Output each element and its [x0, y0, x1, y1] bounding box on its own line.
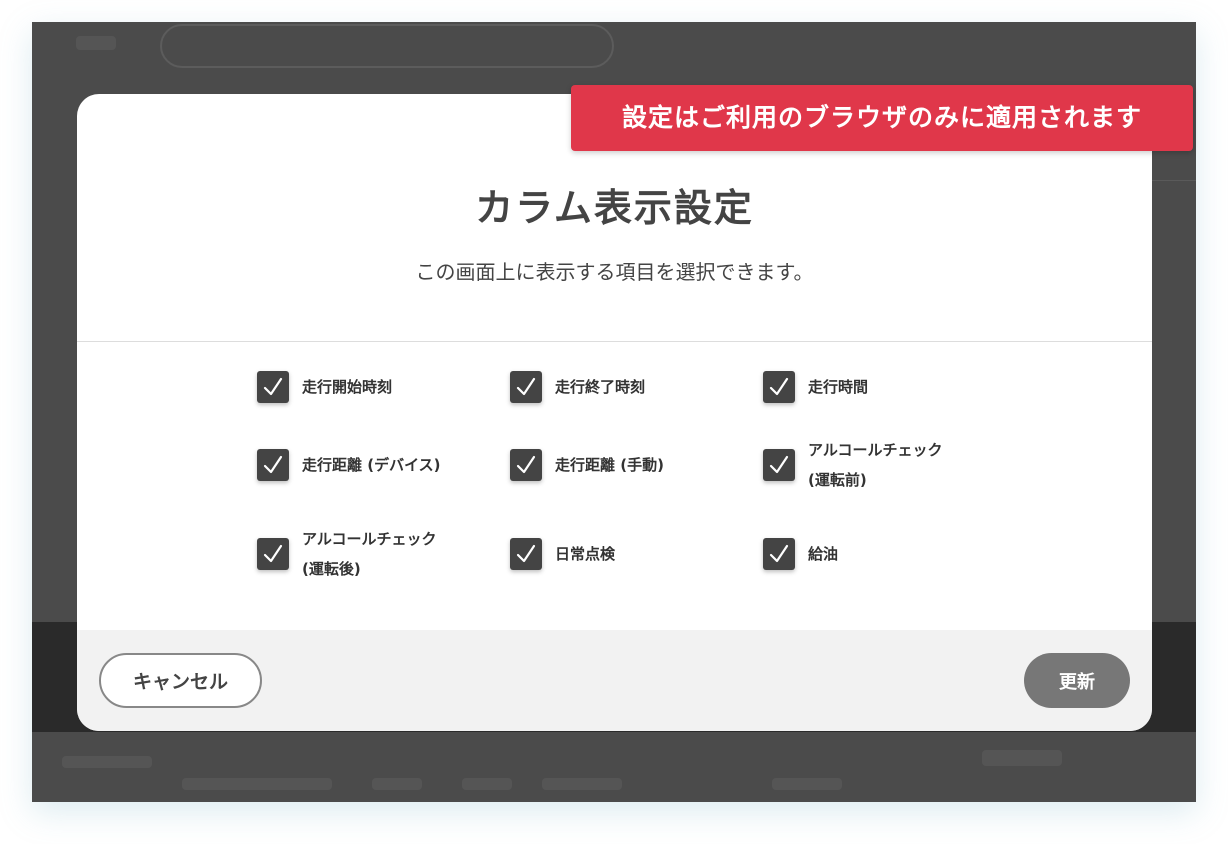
background-label [982, 750, 1062, 766]
option-drive-end-time[interactable]: 走行終了時刻 [510, 352, 750, 422]
checkmark-icon [263, 455, 283, 474]
option-daily-inspection[interactable]: 日常点検 [510, 519, 750, 589]
background-logo [76, 36, 116, 50]
browser-only-notice-banner: 設定はご利用のブラウザのみに適用されます [571, 85, 1193, 151]
background-label [372, 778, 422, 790]
option-label: 日常点検 [555, 545, 616, 563]
option-label: 走行距離 (デバイス) [302, 456, 441, 474]
checkbox[interactable] [257, 538, 289, 570]
checkbox[interactable] [257, 371, 289, 403]
checkmark-icon [516, 544, 536, 563]
option-drive-duration[interactable]: 走行時間 [763, 352, 1003, 422]
update-button[interactable]: 更新 [1024, 653, 1130, 708]
background-label [182, 778, 332, 790]
option-label: 走行終了時刻 [555, 378, 646, 396]
background-divider [1152, 180, 1196, 181]
checkmark-icon [263, 377, 283, 396]
option-label: アルコールチェック (運転前) [808, 441, 943, 489]
checkmark-icon [263, 544, 283, 563]
modal-subtitle: この画面上に表示する項目を選択できます。 [415, 260, 814, 284]
background-label [542, 778, 622, 790]
modal-title: カラム表示設定 [475, 186, 754, 230]
checkmark-icon [769, 455, 789, 474]
checkmark-icon [516, 455, 536, 474]
checkbox[interactable] [510, 449, 542, 481]
option-distance-manual[interactable]: 走行距離 (手動) [510, 430, 750, 500]
background-label [62, 756, 152, 768]
checkbox[interactable] [510, 538, 542, 570]
option-label: 走行距離 (手動) [555, 456, 664, 474]
background-date-range [160, 24, 614, 68]
option-label: 給油 [808, 545, 839, 563]
option-drive-start-time[interactable]: 走行開始時刻 [257, 352, 497, 422]
column-options: 走行開始時刻 走行終了時刻 走行時間 走行距離 (デバイス) 走行距離 (手動)… [257, 352, 1017, 612]
option-refueling[interactable]: 給油 [763, 519, 1003, 589]
modal-footer: キャンセル 更新 [77, 630, 1152, 731]
option-distance-device[interactable]: 走行距離 (デバイス) [257, 430, 497, 500]
option-label: 走行時間 [808, 378, 869, 396]
checkmark-icon [769, 544, 789, 563]
background-label [462, 778, 512, 790]
checkmark-icon [516, 377, 536, 396]
option-label: アルコールチェック (運転後) [302, 530, 437, 578]
checkbox[interactable] [763, 371, 795, 403]
checkbox[interactable] [257, 449, 289, 481]
column-settings-modal: カラム表示設定 この画面上に表示する項目を選択できます。 走行開始時刻 走行終了… [77, 94, 1152, 731]
option-alcohol-check-after[interactable]: アルコールチェック (運転後) [257, 519, 497, 589]
option-label: 走行開始時刻 [302, 378, 393, 396]
option-alcohol-check-before[interactable]: アルコールチェック (運転前) [763, 430, 1003, 500]
checkbox[interactable] [763, 449, 795, 481]
cancel-button[interactable]: キャンセル [99, 653, 262, 708]
background-label [772, 778, 842, 790]
checkmark-icon [769, 377, 789, 396]
checkbox[interactable] [510, 371, 542, 403]
checkbox[interactable] [763, 538, 795, 570]
